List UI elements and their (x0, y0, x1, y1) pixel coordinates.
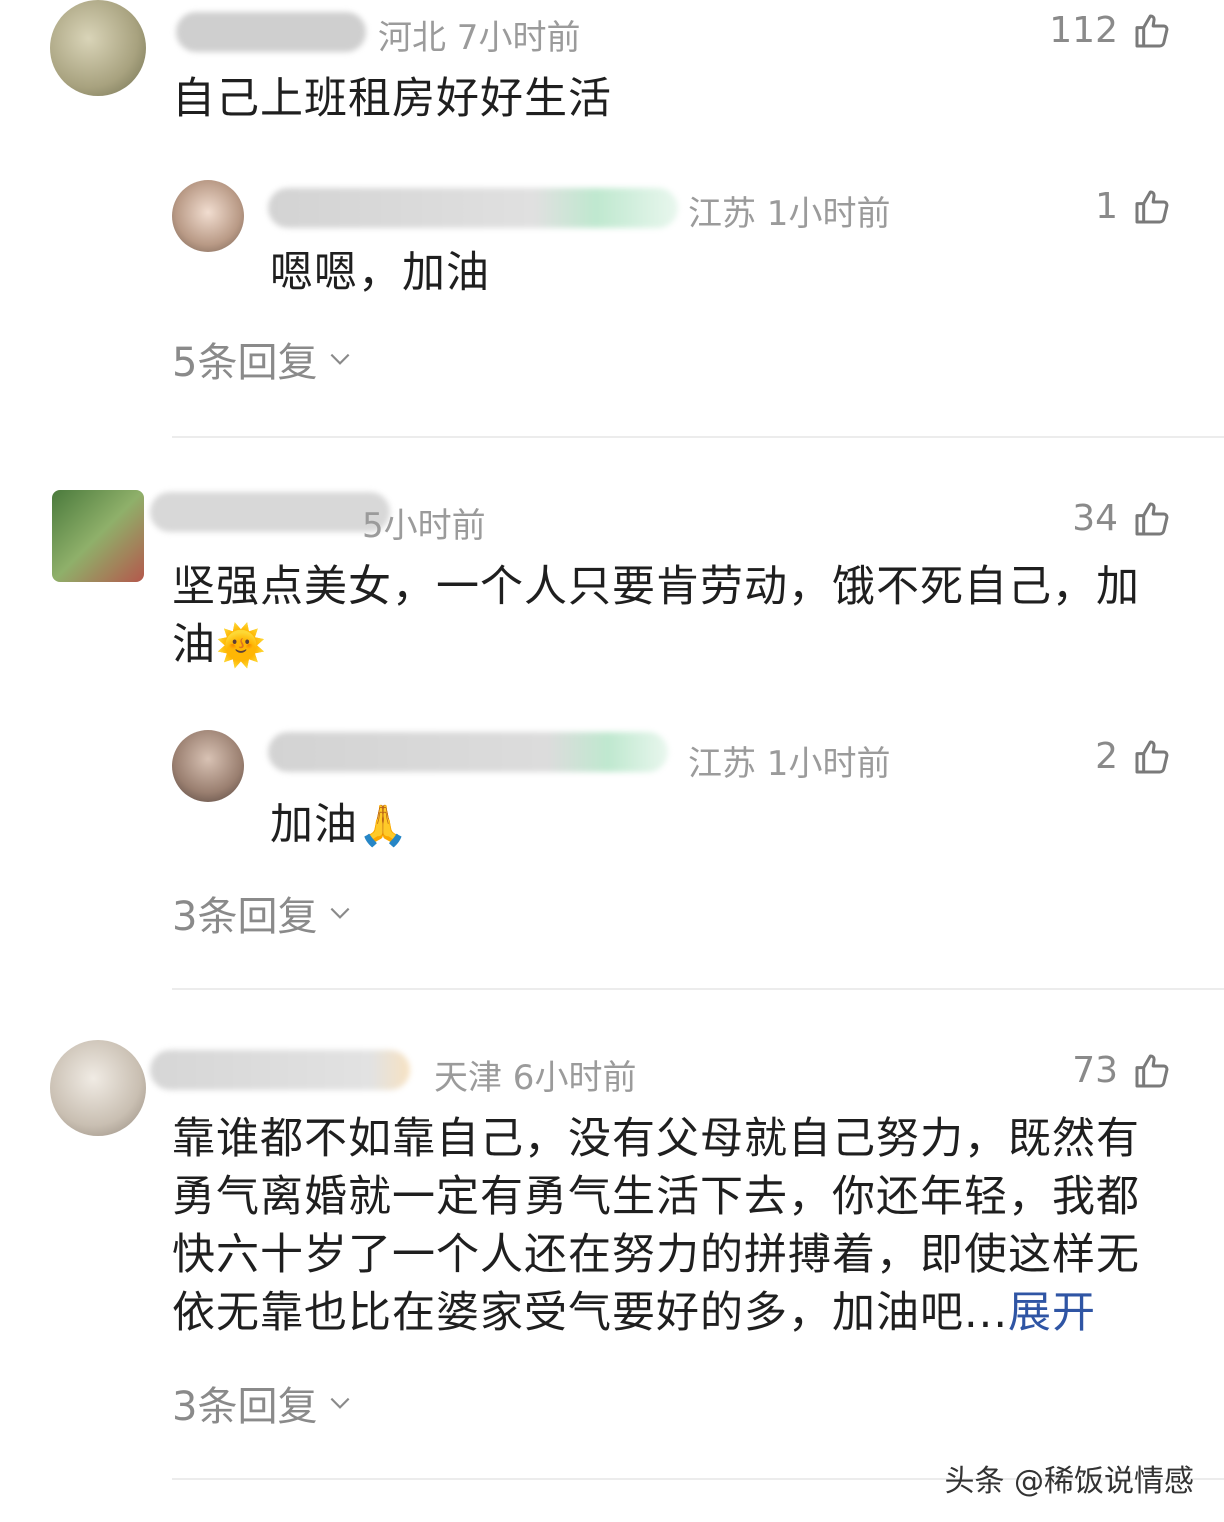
comment-text-line: 坚强点美女，一个人只要肯劳动，饿不死自己，加 (172, 562, 1140, 612)
like-count: 73 (1072, 1050, 1118, 1091)
chevron-down-icon (331, 353, 350, 365)
username-blurred[interactable] (150, 1050, 410, 1090)
thumbs-up-icon (1135, 190, 1169, 223)
reply-avatar[interactable] (172, 180, 244, 252)
like-button[interactable]: 112 (1049, 10, 1172, 51)
thumbs-up-icon (1135, 502, 1169, 535)
divider (172, 988, 1224, 990)
comment-text-line: 勇气离婚就一定有勇气生活下去，你还年轻，我都 (172, 1172, 1140, 1222)
comment-text-last: 依无靠也比在婆家受气要好的多，加油吧... (172, 1288, 1009, 1338)
thumbs-up-icon (1135, 14, 1169, 47)
like-count: 112 (1049, 10, 1118, 51)
pray-emoji: 🙏 (358, 803, 409, 849)
thumbs-up-icon (1135, 1054, 1169, 1087)
sun-emoji: 🌞 (216, 623, 267, 669)
expand-link[interactable]: 展开 (1008, 1288, 1096, 1338)
reply-avatar[interactable] (172, 730, 244, 802)
comment-text: 自己上班租房好好生活 (172, 74, 612, 124)
comment-text-line: 油🌞 (172, 616, 1182, 675)
like-button[interactable]: 34 (1072, 498, 1172, 539)
comment-meta: 5小时前 (362, 506, 486, 546)
comment-text-line: 快六十岁了一个人还在努力的拼搏着，即使这样无 (172, 1230, 1140, 1280)
comment-text: 坚强点美女，一个人只要肯劳动，饿不死自己，加 油🌞 (172, 558, 1182, 675)
watermark: 头条 @稀饭说情感 (944, 1464, 1194, 1499)
reply-username-blurred[interactable] (268, 732, 668, 772)
reply-like-count: 2 (1095, 736, 1118, 777)
comment-text: 靠谁都不如靠自己，没有父母就自己努力，既然有 勇气离婚就一定有勇气生活下去，你还… (172, 1110, 1182, 1342)
thumbs-up-icon (1135, 740, 1169, 773)
replies-count-label: 3条回复 (172, 1384, 318, 1430)
replies-count-label: 3条回复 (172, 894, 318, 940)
comment-text-line: 依无靠也比在婆家受气要好的多，加油吧...展开 (172, 1284, 1182, 1342)
reply-like-button[interactable]: 1 (1095, 186, 1172, 227)
reply-username-blurred[interactable] (268, 188, 678, 228)
reply-meta: 江苏 1小时前 (688, 194, 891, 234)
reply-text: 嗯嗯，加油 (270, 248, 490, 298)
avatar[interactable] (50, 0, 146, 96)
like-count: 34 (1072, 498, 1118, 539)
chevron-down-icon (331, 907, 350, 919)
username-blurred[interactable] (176, 12, 366, 52)
view-replies-button[interactable]: 5条回复 (172, 330, 353, 388)
reply-meta: 江苏 1小时前 (688, 744, 891, 784)
divider (172, 436, 1224, 438)
reply-like-count: 1 (1095, 186, 1118, 227)
comment-text-tail: 油 (172, 620, 216, 670)
reply-text-body: 加油 (270, 800, 358, 850)
comment-text-line: 靠谁都不如靠自己，没有父母就自己努力，既然有 (172, 1114, 1140, 1164)
like-button[interactable]: 73 (1072, 1050, 1172, 1091)
reply-like-button[interactable]: 2 (1095, 736, 1172, 777)
username-blurred[interactable] (150, 492, 390, 532)
comment-meta: 天津 6小时前 (434, 1058, 637, 1098)
view-replies-button[interactable]: 3条回复 (172, 884, 353, 942)
avatar[interactable] (50, 1040, 146, 1136)
replies-count-label: 5条回复 (172, 340, 318, 386)
reply-text: 加油🙏 (270, 796, 409, 855)
chevron-down-icon (331, 1397, 350, 1409)
avatar[interactable] (52, 490, 144, 582)
view-replies-button[interactable]: 3条回复 (172, 1374, 353, 1432)
comment-meta: 河北 7小时前 (378, 18, 581, 58)
